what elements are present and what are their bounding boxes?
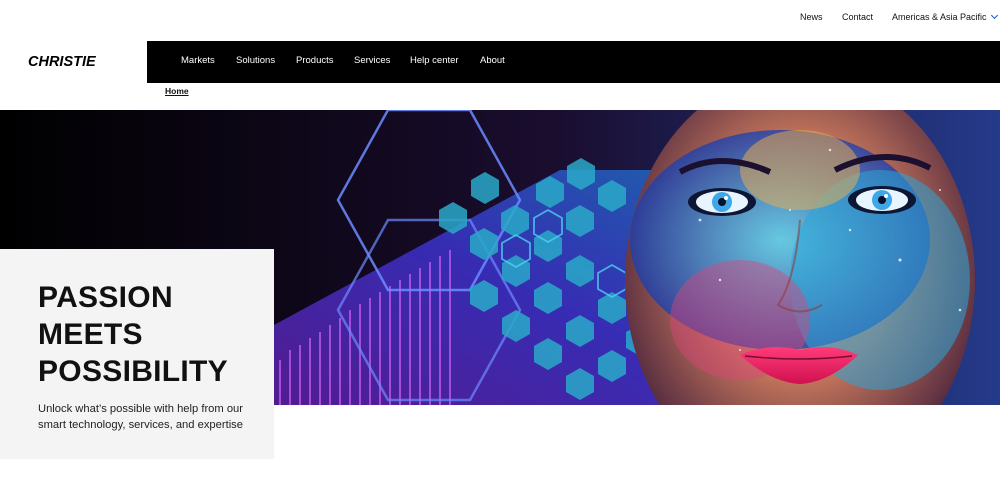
logo-text: CHRISTIE	[28, 54, 97, 68]
nav-products[interactable]: Products	[296, 55, 334, 66]
region-label: Americas & Asia Pacific	[892, 12, 987, 22]
hero-title: PASSION MEETS POSSIBILITY	[38, 279, 258, 390]
breadcrumb-home[interactable]: Home	[165, 86, 189, 96]
nav-solutions[interactable]: Solutions	[236, 55, 275, 66]
region-selector[interactable]: Americas & Asia Pacific	[892, 11, 998, 22]
hero-title-line-1: PASSION	[38, 281, 173, 314]
hero-title-line-2: MEETS	[38, 318, 143, 351]
nav-about[interactable]: About	[480, 55, 505, 66]
utility-bar: News Contact Americas & Asia Pacific	[0, 0, 1000, 38]
nav-markets[interactable]: Markets	[181, 55, 215, 66]
hero-text-card: PASSION MEETS POSSIBILITY Unlock what’s …	[0, 249, 274, 459]
christie-logo[interactable]: CHRISTIE	[28, 54, 120, 68]
main-navigation: Markets Solutions Products Services Help…	[147, 41, 1000, 83]
nav-help-center[interactable]: Help center	[410, 55, 459, 66]
chevron-down-icon	[990, 11, 998, 20]
contact-link[interactable]: Contact	[842, 12, 873, 22]
hero-subtitle: Unlock what’s possible with help from ou…	[38, 403, 243, 431]
hero-title-line-3: POSSIBILITY	[38, 355, 228, 388]
page: News Contact Americas & Asia Pacific CHR…	[0, 0, 1000, 500]
news-link[interactable]: News	[800, 12, 823, 22]
nav-services[interactable]: Services	[354, 55, 390, 66]
